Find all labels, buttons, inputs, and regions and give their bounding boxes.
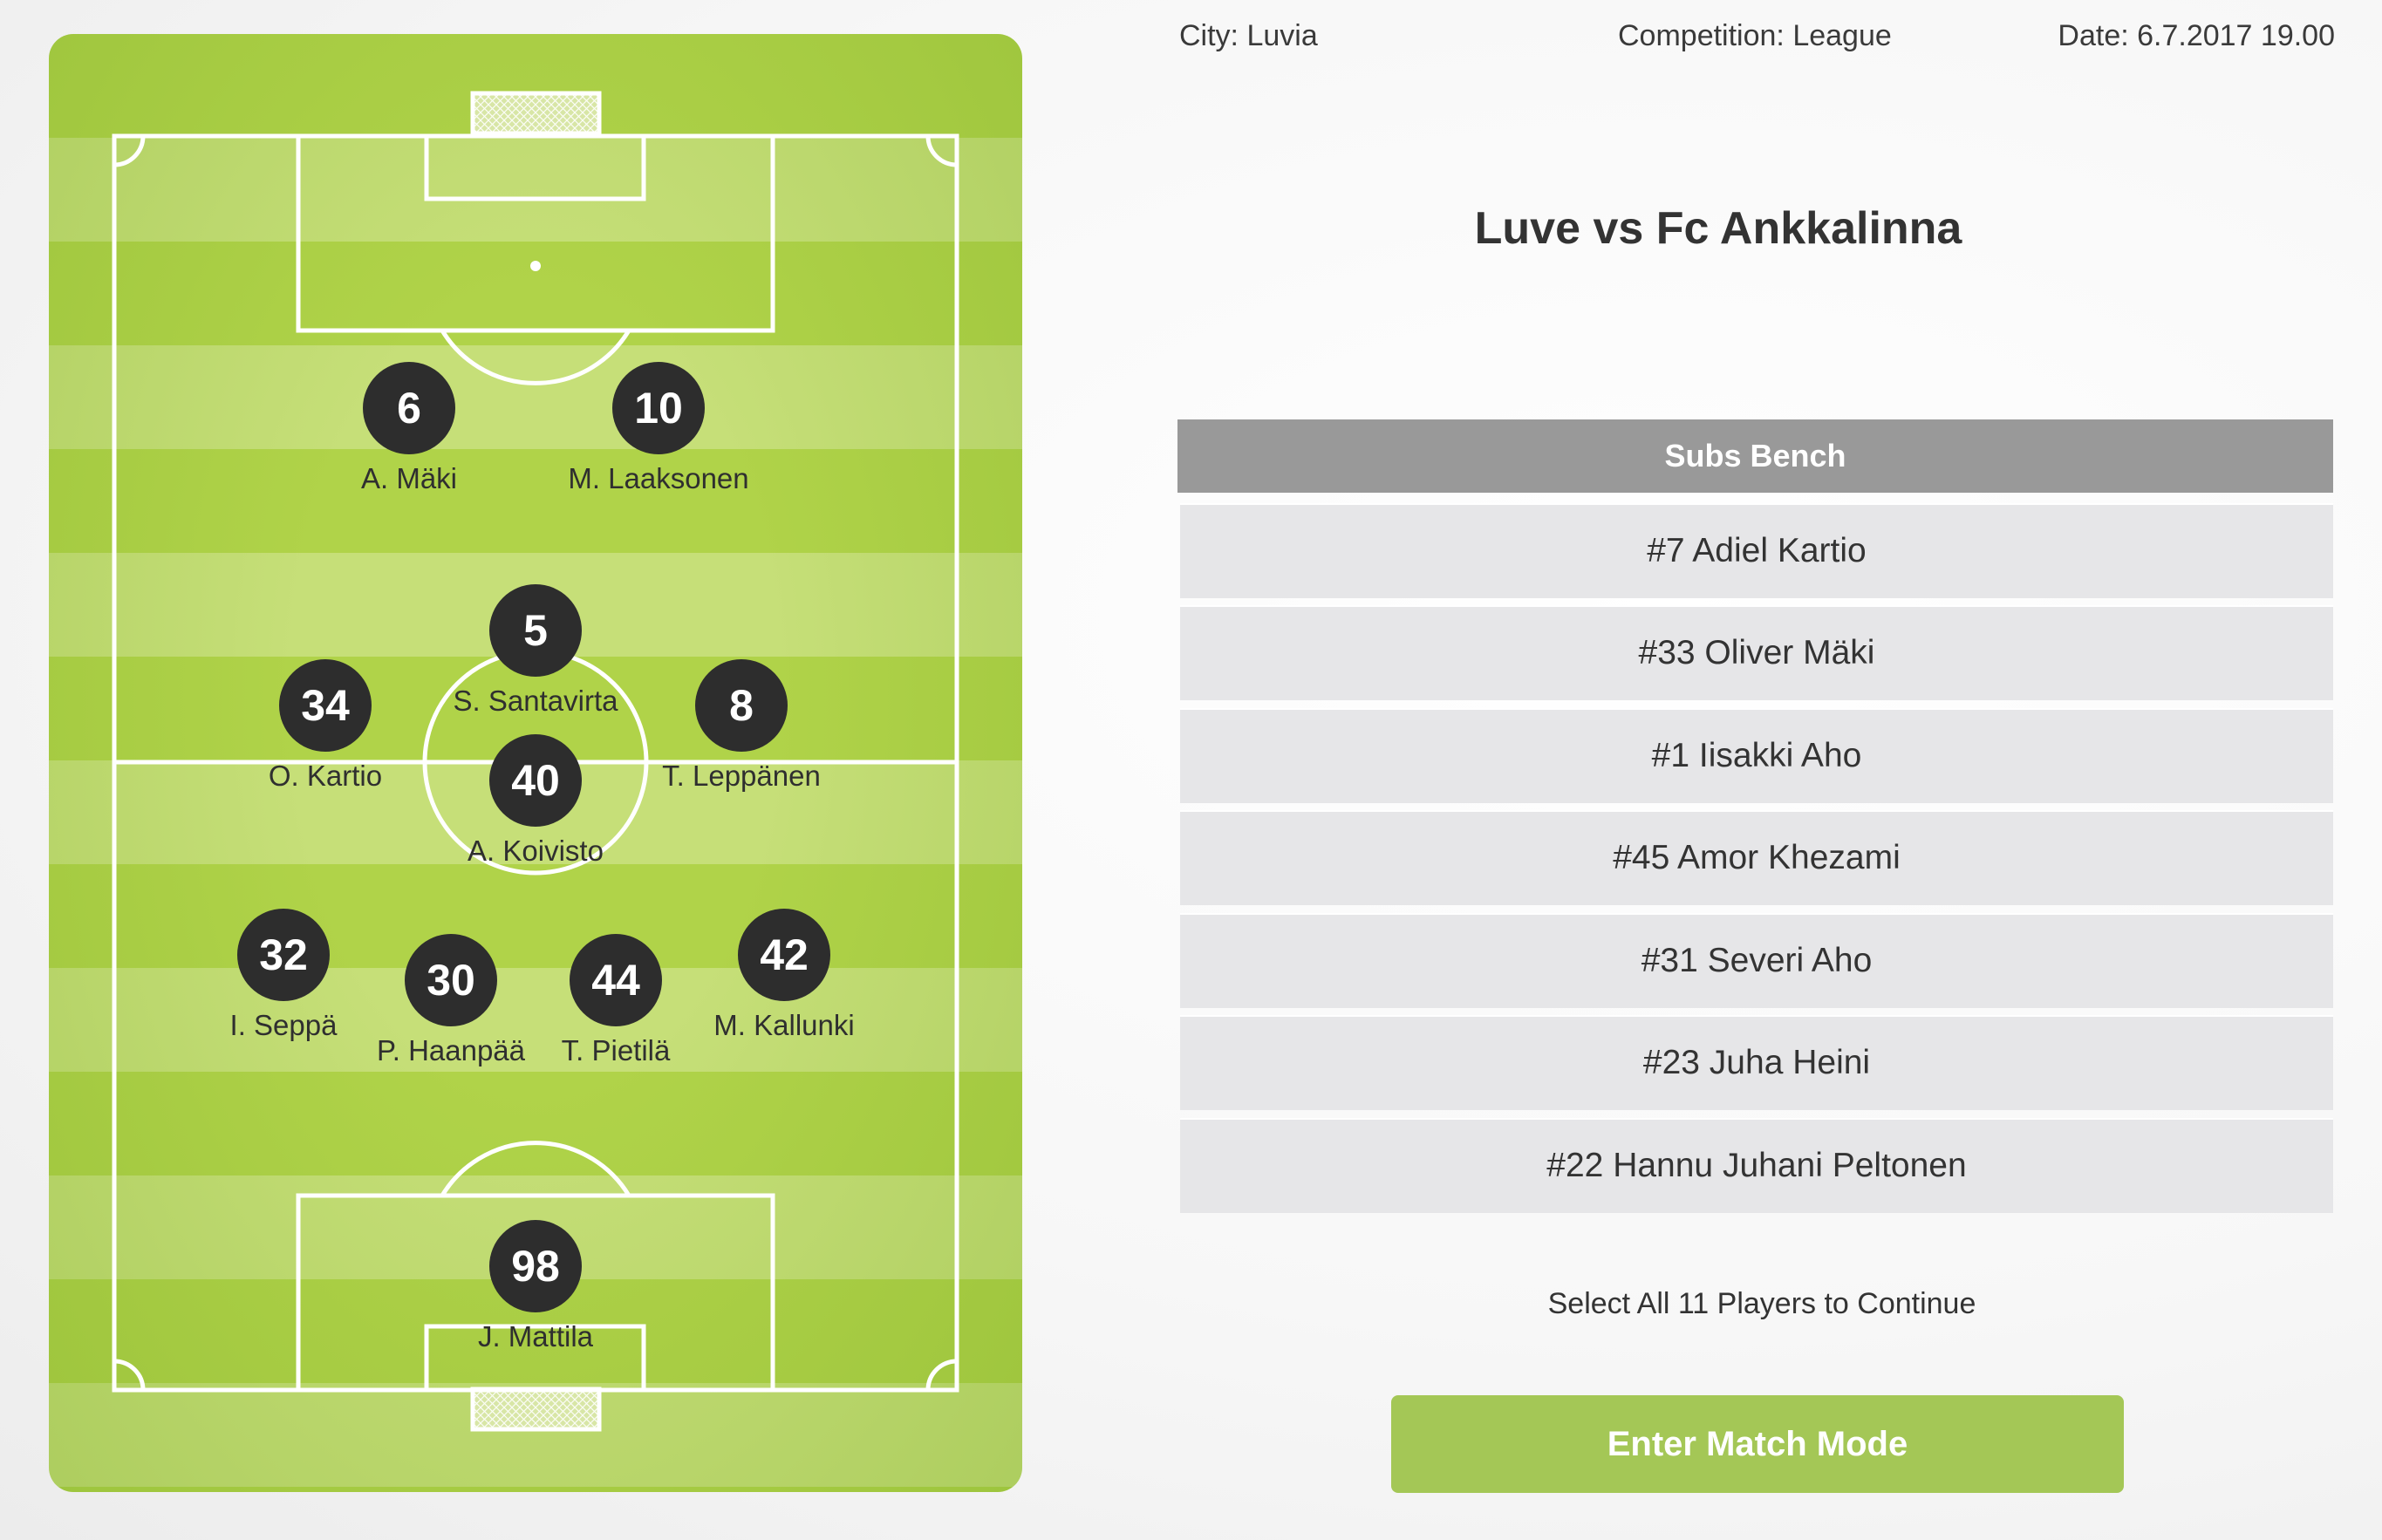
player-name: O. Kartio <box>268 760 383 792</box>
bench-player-row[interactable]: #22 Hannu Juhani Peltonen <box>1180 1118 2333 1213</box>
instruction-text: Select All 11 Players to Continue <box>1547 1287 1976 1320</box>
player-number-badge[interactable]: 32 <box>237 909 330 1001</box>
player-number-badge[interactable]: 10 <box>612 362 705 454</box>
match-title: Luve vs Fc Ankkalinna <box>1474 203 1962 254</box>
player-number-badge[interactable]: 40 <box>489 734 582 827</box>
player-number-badge[interactable]: 34 <box>279 659 372 752</box>
date-label: Date: 6.7.2017 19.00 <box>2058 19 2335 52</box>
player-name: A. Koivisto <box>468 835 604 867</box>
competition-label: Competition: League <box>1618 19 1892 52</box>
subs-bench-header: Subs Bench <box>1177 419 2333 493</box>
bench-player-row[interactable]: #45 Amor Khezami <box>1180 810 2333 905</box>
player-number-badge[interactable]: 6 <box>363 362 455 454</box>
player-number-badge[interactable]: 42 <box>738 909 830 1001</box>
bench-player-row[interactable]: #1 Iisakki Aho <box>1180 708 2333 803</box>
goal-top <box>470 91 602 136</box>
player-name: J. Mattila <box>477 1320 594 1353</box>
player-name: T. Leppänen <box>662 760 821 792</box>
bench-player-row[interactable]: #33 Oliver Mäki <box>1180 605 2333 700</box>
player-number-badge[interactable]: 8 <box>695 659 788 752</box>
city-label: City: Luvia <box>1179 19 1318 52</box>
bench-player-row[interactable]: #23 Juha Heini <box>1180 1015 2333 1110</box>
player-number-badge[interactable]: 30 <box>405 934 497 1026</box>
player-name: S. Santavirta <box>453 685 618 717</box>
player-number-badge[interactable]: 98 <box>489 1220 582 1312</box>
player-name: M. Laaksonen <box>568 462 749 494</box>
enter-match-mode-button[interactable]: Enter Match Mode <box>1391 1395 2124 1493</box>
player-name: M. Kallunki <box>713 1009 855 1041</box>
goal-bottom <box>470 1387 602 1432</box>
pitch: 6 A. Mäki 10 M. Laaksonen 5 S. Santavirt… <box>49 34 1022 1492</box>
bench-player-row[interactable]: #7 Adiel Kartio <box>1180 503 2333 598</box>
player-name: A. Mäki <box>360 462 458 494</box>
player-number-badge[interactable]: 5 <box>489 584 582 677</box>
bench-player-row[interactable]: #31 Severi Aho <box>1180 913 2333 1008</box>
